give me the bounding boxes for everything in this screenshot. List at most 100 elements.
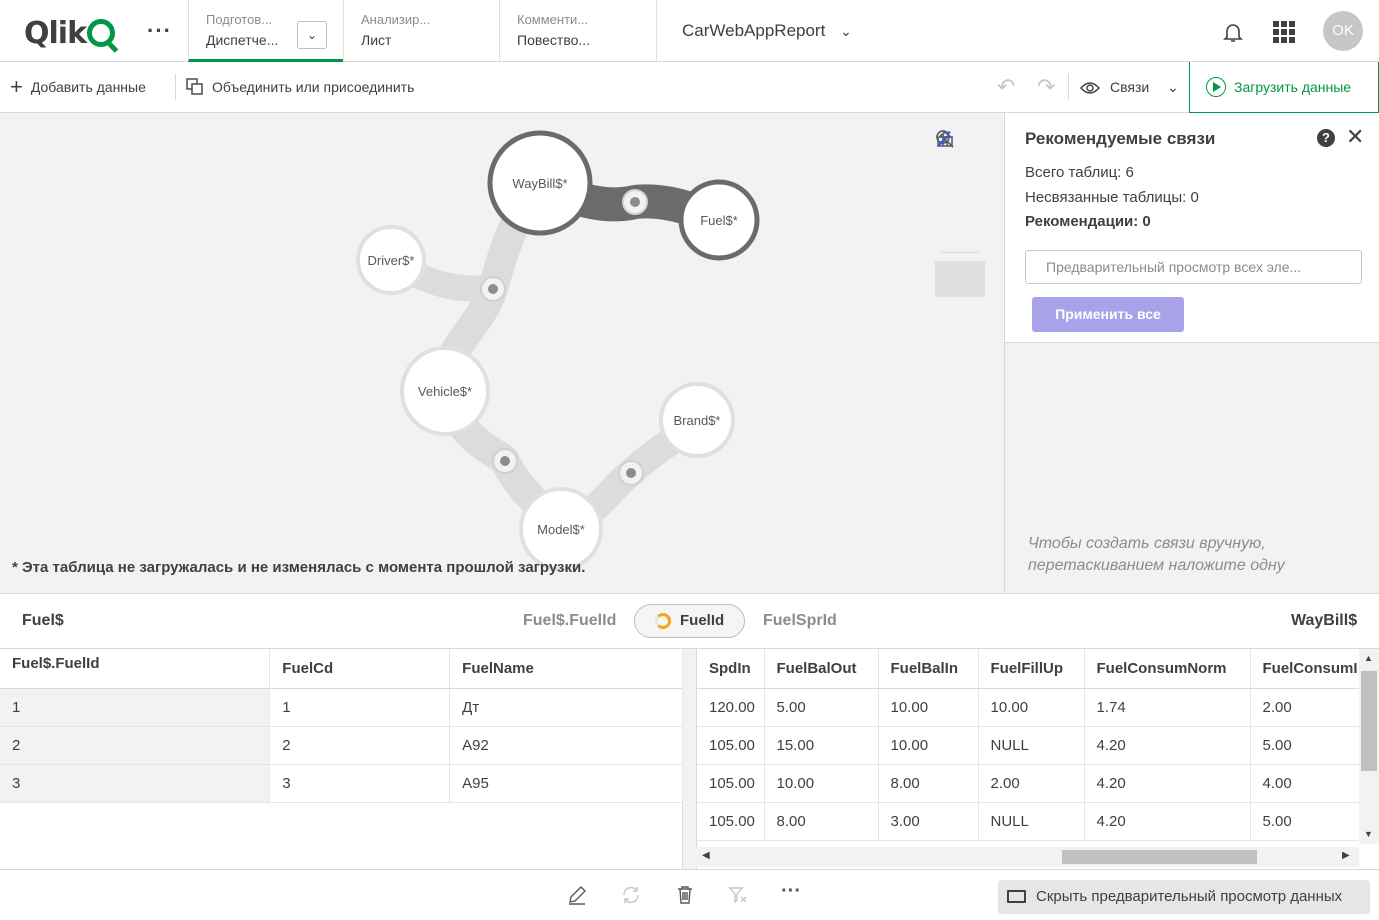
scrollbar-thumb[interactable] [1361,671,1377,771]
associations-view-dropdown[interactable]: Связи ⌄ [1080,62,1179,112]
table-row: 2 2 А92 [0,726,683,765]
load-data-label: Загрузить данные [1234,79,1352,95]
right-table-name: WayBill$ [1291,612,1358,629]
field-option-left[interactable]: Fuel$.FuelId [523,612,616,630]
table-cell: 2 [0,726,271,765]
qlik-logo[interactable]: Qlik [24,16,116,51]
table-cell: 10.00 [878,726,979,765]
concat-join-button[interactable]: Объединить или присоединить [186,62,414,112]
scroll-left-icon[interactable]: ◀ [702,850,710,861]
table-node-fuel[interactable]: Fuel$* [678,179,760,261]
panel-title: Рекомендуемые связи [1025,129,1216,148]
app-header: Qlik ··· Подготов... Диспетче... ⌄ Анали… [0,0,1379,62]
play-icon [1206,77,1226,97]
unlinked-tables-text: Несвязанные таблицы: 0 [1025,189,1199,206]
scroll-up-icon[interactable]: ▲ [1364,653,1373,663]
table-row: 1 1 Дт [0,688,683,727]
column-header[interactable]: Fuel$.FuelId [0,649,271,689]
tab-prepare-main: Диспетче... [206,32,279,48]
app-name-dropdown[interactable]: CarWebAppReport ⌄ [656,0,877,62]
concatenate-icon [186,66,204,95]
column-header[interactable]: FuelName [449,649,683,689]
column-header[interactable]: FuelConsumNorm [1084,649,1251,689]
table-cell: 4.20 [1084,764,1251,803]
scrollbar-thumb[interactable] [1062,850,1257,864]
table-cell: NULL [978,802,1085,841]
selected-field-pill[interactable]: FuelId [634,604,745,638]
column-header[interactable]: FuelFillUp [978,649,1085,689]
more-actions-icon[interactable]: ··· [781,880,801,903]
plus-icon: + [10,74,23,99]
filter-off-icon[interactable] [727,884,749,912]
table-cell: 3 [0,764,271,803]
concat-join-label: Объединить или присоединить [212,79,415,95]
delete-trash-icon[interactable] [674,884,696,912]
undo-icon[interactable]: ↶ [997,62,1015,112]
tab-prepare[interactable]: Подготов... Диспетче... ⌄ [188,0,343,62]
column-header[interactable]: FuelCd [269,649,451,689]
left-table-name: Fuel$ [22,612,64,629]
table-row: 120.00 5.00 10.00 10.00 1.74 2.00 [697,688,1379,727]
more-menu-icon[interactable]: ··· [147,18,172,44]
chevron-down-icon[interactable]: ⌄ [297,21,327,49]
associations-model-canvas[interactable]: WayBill$* Fuel$* Driver$* Vehicle$* Bran… [0,113,1004,593]
table-cell: 8.00 [878,764,979,803]
table-cell: 3 [269,764,451,803]
zoom-in-icon[interactable] [935,130,985,206]
link-connector[interactable] [618,460,644,486]
apps-grid-icon[interactable] [1273,21,1295,43]
link-connector[interactable] [492,448,518,474]
right-data-preview-table: SpdIn FuelBalOut FuelBalIn FuelFillUp Fu… [696,649,1379,869]
scroll-down-icon[interactable]: ▼ [1364,829,1373,839]
table-node-driver[interactable]: Driver$* [356,225,426,295]
vertical-scrollbar[interactable]: ▲ ▼ [1359,649,1379,844]
zoom-out-icon[interactable] [935,130,985,247]
notifications-bell-icon[interactable] [1221,20,1245,47]
add-data-label: Добавить данные [30,79,146,95]
magic-wand-icon[interactable] [935,131,985,297]
table-cell: 2.00 [978,764,1085,803]
horizontal-scrollbar[interactable]: ◀ ▶ [696,847,1359,867]
column-header[interactable]: FuelBalOut [764,649,879,689]
tab-analyze[interactable]: Анализир... Лист [343,0,499,62]
refresh-icon[interactable] [620,884,642,912]
canvas-tools [935,129,985,302]
preview-all-button[interactable]: Предварительный просмотр всех эле... [1025,250,1362,284]
column-header[interactable]: FuelBalIn [878,649,979,689]
table-cell: 10.00 [878,688,979,727]
table-node-brand[interactable]: Brand$* [659,382,735,458]
column-header[interactable]: SpdIn [697,649,765,689]
load-data-button[interactable]: Загрузить данные [1189,62,1379,113]
table-cell: 120.00 [697,688,765,727]
recommendations-count-text: Рекомендации: 0 [1025,213,1151,230]
node-label: Vehicle$* [418,384,472,399]
table-cell: 4.20 [1084,802,1251,841]
hide-data-preview-button[interactable]: Скрыть предварительный просмотр данных [998,880,1370,914]
redo-icon[interactable]: ↷ [1037,62,1055,112]
tab-prepare-sub: Подготов... [206,12,273,27]
help-icon[interactable]: ? [1317,129,1335,147]
tab-narrate[interactable]: Комменти... Повество... [499,0,656,62]
association-field-bar: Fuel$ Fuel$.FuelId FuelId FuelSprId WayB… [0,593,1379,649]
edit-pencil-icon[interactable] [566,884,588,912]
table-cell: NULL [978,726,1085,765]
field-option-right[interactable]: FuelSprId [763,612,837,630]
table-cell: 4.20 [1084,726,1251,765]
selected-field-label: FuelId [680,612,725,629]
table-row: 105.00 10.00 8.00 2.00 4.20 4.00 [697,764,1379,803]
table-node-waybill[interactable]: WayBill$* [487,130,593,236]
table-cell: 8.00 [764,802,879,841]
add-data-button[interactable]: + Добавить данные [10,62,146,112]
table-cell: 105.00 [697,802,765,841]
link-connector[interactable] [480,276,506,302]
app-name: CarWebAppReport [682,21,826,40]
table-node-model[interactable]: Model$* [519,487,603,571]
avatar[interactable]: OK [1323,11,1363,51]
close-icon[interactable]: ✕ [1346,124,1364,150]
apply-all-button[interactable]: Применить все [1032,297,1184,332]
link-connector[interactable] [622,189,648,215]
table-node-vehicle[interactable]: Vehicle$* [400,346,490,436]
scroll-right-icon[interactable]: ▶ [1342,850,1350,861]
node-label: WayBill$* [512,176,567,191]
table-cell: 2 [269,726,451,765]
